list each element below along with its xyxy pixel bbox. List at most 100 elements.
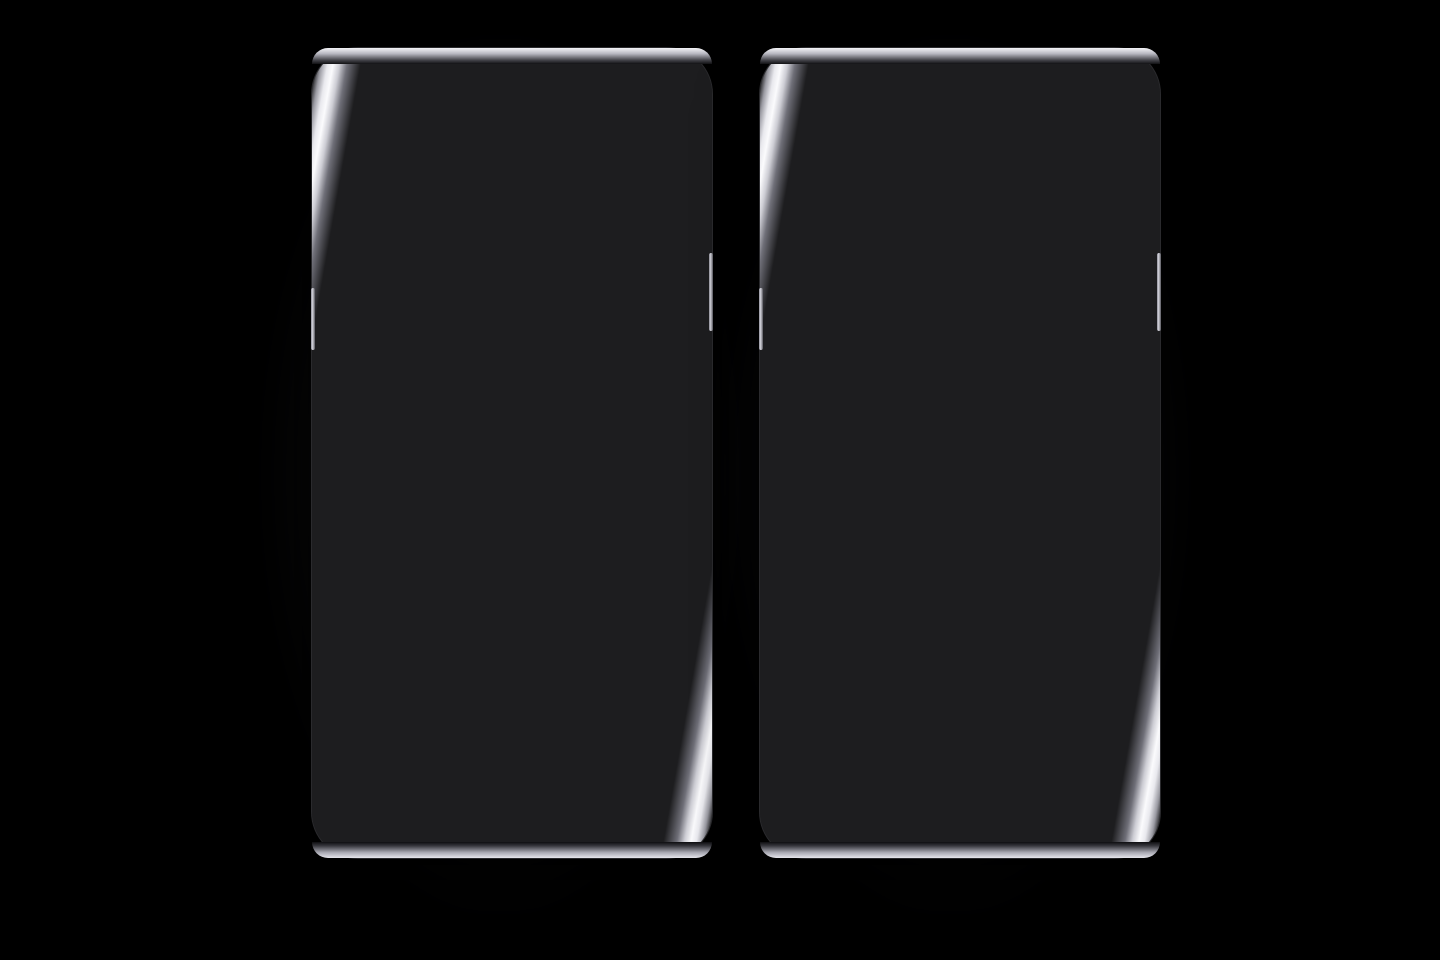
keypad-key-1[interactable]: 1 [846, 618, 922, 664]
symptom-row[interactable]: Breathlessness [322, 433, 702, 466]
severity-dot[interactable] [663, 577, 672, 586]
severity-dots[interactable] [627, 544, 672, 553]
gauge-spo2: 97 % %SPO2 [391, 196, 499, 337]
symptom-label: Breathlessness [352, 441, 455, 458]
severity-dots[interactable] [627, 478, 672, 487]
severity-dot[interactable] [627, 478, 636, 487]
phone-screen-left: 19:18 ··· 4G Oximetry Test 97 % %SPO2 71… [322, 90, 702, 806]
nav-back-icon[interactable] [395, 819, 409, 835]
spo2-field-label: %SpO2 (%) [925, 276, 995, 291]
status-icons: 4G [1096, 94, 1136, 114]
severity-dot[interactable] [627, 544, 636, 553]
symptom-row[interactable]: Awakenings i [322, 565, 702, 598]
status-time: 19:18 [336, 97, 371, 113]
keypad-key-3[interactable]: 3 [998, 618, 1074, 664]
sound-toggle-button[interactable] [786, 133, 820, 167]
save-area: Save [770, 436, 1150, 508]
severity-dot[interactable] [645, 478, 654, 487]
nav-recents-icon[interactable] [615, 820, 629, 834]
front-camera-icon [1035, 65, 1053, 83]
keypad-key-.[interactable]: . [846, 756, 922, 802]
keypad-key-)[interactable]: ) [1074, 664, 1150, 710]
severity-dot[interactable] [627, 577, 636, 586]
numeric-keypad[interactable]: -1 2 3 # (4 5 6) * 7 8 9 ✕ +. 0, [770, 617, 1150, 806]
severity-dot[interactable] [663, 511, 672, 520]
close-button[interactable] [1100, 133, 1134, 167]
back-button[interactable] [338, 133, 372, 167]
keypad-key-*[interactable]: * [770, 710, 846, 756]
keypad-key-7[interactable]: 7 [846, 710, 922, 756]
nav-back-icon[interactable] [843, 819, 857, 835]
severity-dots[interactable] [627, 577, 672, 586]
earpiece-speaker-icon [490, 70, 563, 78]
status-overflow-dots: ··· [381, 97, 398, 113]
severity-dot[interactable] [627, 511, 636, 520]
save-button[interactable]: Save [792, 462, 830, 508]
keypad-backspace-icon[interactable]: ✕ [1074, 710, 1150, 756]
severity-dot[interactable] [663, 610, 672, 619]
power-button[interactable] [709, 253, 713, 331]
severity-dot[interactable] [663, 445, 672, 454]
severity-dot[interactable] [627, 445, 636, 454]
severity-dots[interactable] [627, 610, 672, 619]
keypad-key-2[interactable]: 2 [922, 618, 998, 664]
signal-bars-icon: 4G [1096, 95, 1118, 113]
info-icon[interactable]: i [417, 607, 433, 622]
symptom-label: Agitation [352, 606, 411, 623]
page-title: Test [937, 137, 983, 162]
secondary-camera-icon [613, 67, 627, 81]
keypad-key-+[interactable]: + [770, 756, 846, 802]
phone-screen-right: 19:19 ··· 4G Test %SpO2 (%) 98 Pulse (BP… [770, 90, 1150, 806]
nav-home-icon[interactable] [504, 819, 520, 835]
keypad-key-#[interactable]: # [1074, 618, 1150, 664]
nav-home-icon[interactable] [952, 819, 968, 835]
network-type-label: 4G [1096, 95, 1105, 102]
severity-dots[interactable] [627, 511, 672, 520]
keypad-key-4[interactable]: 4 [846, 664, 922, 710]
ir-sensor-icon [456, 69, 466, 79]
action-buttons: Go to result list New oximetry test [322, 646, 702, 784]
severity-dot[interactable] [645, 544, 654, 553]
heart-glyph [949, 216, 971, 236]
keypad-key-,[interactable]: , [998, 756, 1074, 802]
pulse-input[interactable] [792, 374, 1128, 410]
status-bar: 19:18 ··· 4G [322, 90, 702, 120]
symptom-row[interactable]: Agitation i [322, 598, 702, 631]
severity-dot[interactable] [627, 610, 636, 619]
severity-dot[interactable] [645, 610, 654, 619]
pulse-field-label: Pulse (BPM) [922, 351, 998, 366]
iris-scanner-icon [413, 66, 430, 82]
severity-dot[interactable] [645, 511, 654, 520]
volume-button[interactable] [311, 288, 315, 350]
severity-dots[interactable] [627, 445, 672, 454]
severity-dot[interactable] [645, 445, 654, 454]
go-to-result-list-button[interactable]: Go to result list [344, 666, 680, 712]
keypad-key--[interactable]: - [770, 618, 846, 664]
volume-button[interactable] [759, 288, 763, 350]
symptom-row[interactable]: Wheezing [322, 499, 702, 532]
signal-bars-icon: 4G [648, 96, 670, 113]
spo2-input[interactable] [792, 299, 1128, 335]
severity-dot[interactable] [663, 478, 672, 487]
gauge-panel: 97 % %SPO2 71 BPM PULSE [322, 180, 702, 363]
new-oximetry-test-button[interactable]: New oximetry test [344, 722, 680, 768]
keypad-key-([interactable]: ( [770, 664, 846, 710]
symptom-row[interactable]: Thoracic constriction [322, 532, 702, 565]
symptoms-heading: SYMPTOMS [459, 401, 565, 420]
keypad-key-9[interactable]: 9 [998, 710, 1074, 756]
keypad-key-0[interactable]: 0 [922, 756, 998, 802]
light-sensor-icon [886, 69, 896, 79]
check-glyph [1100, 766, 1122, 788]
iris-scanner-icon [861, 66, 878, 82]
power-button[interactable] [1157, 253, 1161, 331]
phone-top-bezel-left [322, 58, 702, 90]
info-icon[interactable]: i [439, 574, 455, 589]
severity-dot[interactable] [645, 577, 654, 586]
keypad-key-6[interactable]: 6 [998, 664, 1074, 710]
severity-dot[interactable] [663, 544, 672, 553]
keypad-confirm-icon[interactable] [1074, 756, 1150, 802]
symptom-row[interactable]: Coughs [322, 466, 702, 499]
keypad-key-5[interactable]: 5 [922, 664, 998, 710]
nav-recents-icon[interactable] [1063, 820, 1077, 834]
keypad-key-8[interactable]: 8 [922, 710, 998, 756]
